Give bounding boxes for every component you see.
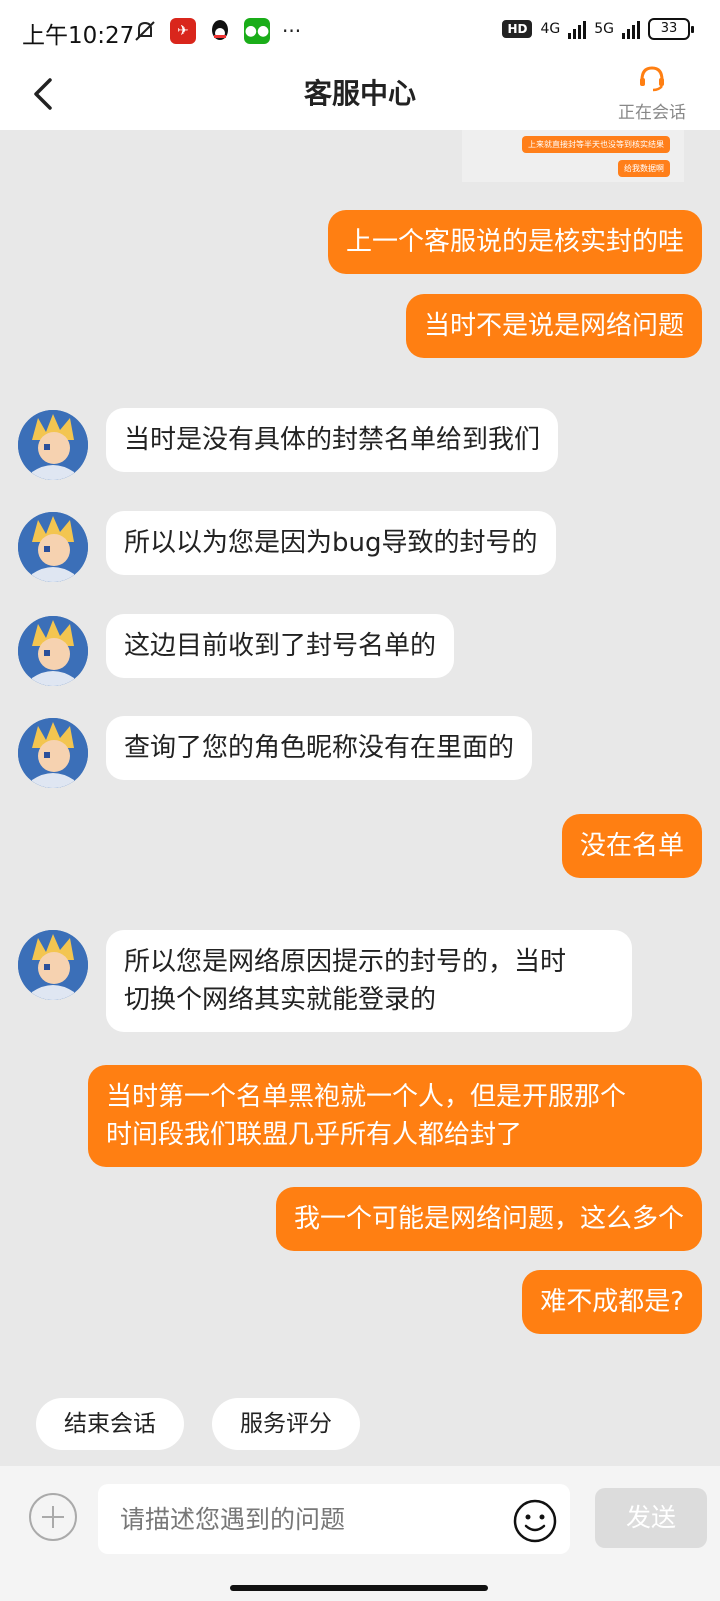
header: 客服中心 正在会话 xyxy=(0,64,720,130)
agent-status[interactable]: 正在会话 xyxy=(612,64,692,123)
signal-icon-2 xyxy=(622,19,640,39)
emoji-icon[interactable] xyxy=(512,1498,558,1544)
agent-avatar xyxy=(18,616,88,686)
message-line: 时间段我们联盟几乎所有人都给封了 xyxy=(106,1120,523,1150)
rate-service-button[interactable]: 服务评分 xyxy=(212,1398,360,1450)
message-input[interactable] xyxy=(98,1484,478,1554)
mute-icon xyxy=(135,21,155,41)
message-line: 当时第一个名单黑袍就一个人，但是开服那个 xyxy=(106,1082,627,1112)
battery-icon: 33 xyxy=(648,18,694,40)
wechat-icon: ●● xyxy=(244,18,270,44)
agent-message[interactable]: 所以以为您是因为bug导致的封号的 xyxy=(106,511,556,575)
home-indicator[interactable] xyxy=(230,1585,488,1591)
preview-line-1: 上来就直接封等半天也没等到核实结果 xyxy=(522,136,670,153)
user-message[interactable]: 难不成都是? xyxy=(522,1270,702,1334)
status-notification-icons: ✈ ●● ··· xyxy=(132,18,301,44)
net-5g-label: 5G xyxy=(594,21,614,37)
user-message[interactable]: 当时不是说是网络问题 xyxy=(405,294,702,358)
user-message[interactable]: 我一个可能是网络问题，这么多个 xyxy=(275,1187,702,1251)
hd-badge: HD xyxy=(502,20,533,38)
qq-icon xyxy=(212,20,228,40)
user-message[interactable]: 当时第一个名单黑袍就一个人，但是开服那个 时间段我们联盟几乎所有人都给封了 xyxy=(88,1065,702,1167)
avatar-icon xyxy=(18,930,88,1000)
agent-avatar xyxy=(18,410,88,480)
signal-icon xyxy=(568,19,587,39)
agent-avatar xyxy=(18,718,88,788)
composer: 发送 xyxy=(0,1466,720,1601)
status-bar: 上午10:27 ✈ ●● ··· HD 4G 5G 33 xyxy=(0,0,720,64)
avatar-icon xyxy=(18,718,88,788)
avatar-icon xyxy=(18,616,88,686)
message-field-container xyxy=(98,1484,570,1554)
agent-avatar xyxy=(18,930,88,1000)
status-time: 上午10:27 xyxy=(22,23,135,49)
plus-icon[interactable] xyxy=(28,1492,78,1542)
headset-icon xyxy=(640,66,664,92)
agent-status-label: 正在会话 xyxy=(618,103,686,123)
avatar-icon xyxy=(18,410,88,480)
message-line: 所以您是网络原因提示的封号的，当时 xyxy=(124,947,567,977)
app-notification-icon: ✈ xyxy=(170,18,196,44)
status-right-icons: HD 4G 5G 33 xyxy=(502,18,694,40)
agent-avatar xyxy=(18,512,88,582)
more-notifications-icon: ··· xyxy=(282,19,302,43)
net-4g-label: 4G xyxy=(540,21,561,37)
avatar-icon xyxy=(18,512,88,582)
send-button[interactable]: 发送 xyxy=(595,1488,707,1548)
image-preview[interactable]: 上来就直接封等半天也没等到核实结果 给我数据啊 xyxy=(462,130,684,182)
user-message[interactable]: 没在名单 xyxy=(561,814,702,878)
message-line: 切换个网络其实就能登录的 xyxy=(124,985,437,1015)
agent-message[interactable]: 这边目前收到了封号名单的 xyxy=(106,614,455,678)
agent-message[interactable]: 查询了您的角色昵称没有在里面的 xyxy=(106,716,533,780)
user-message[interactable]: 上一个客服说的是核实封的哇 xyxy=(327,210,702,274)
chat-area[interactable]: 上来就直接封等半天也没等到核实结果 给我数据啊 上一个客服说的是核实封的哇 当时… xyxy=(0,130,720,1466)
preview-line-2: 给我数据啊 xyxy=(618,160,670,177)
agent-message[interactable]: 当时是没有具体的封禁名单给到我们 xyxy=(106,408,559,472)
agent-message[interactable]: 所以您是网络原因提示的封号的，当时 切换个网络其实就能登录的 xyxy=(106,930,632,1032)
end-session-button[interactable]: 结束会话 xyxy=(36,1398,184,1450)
